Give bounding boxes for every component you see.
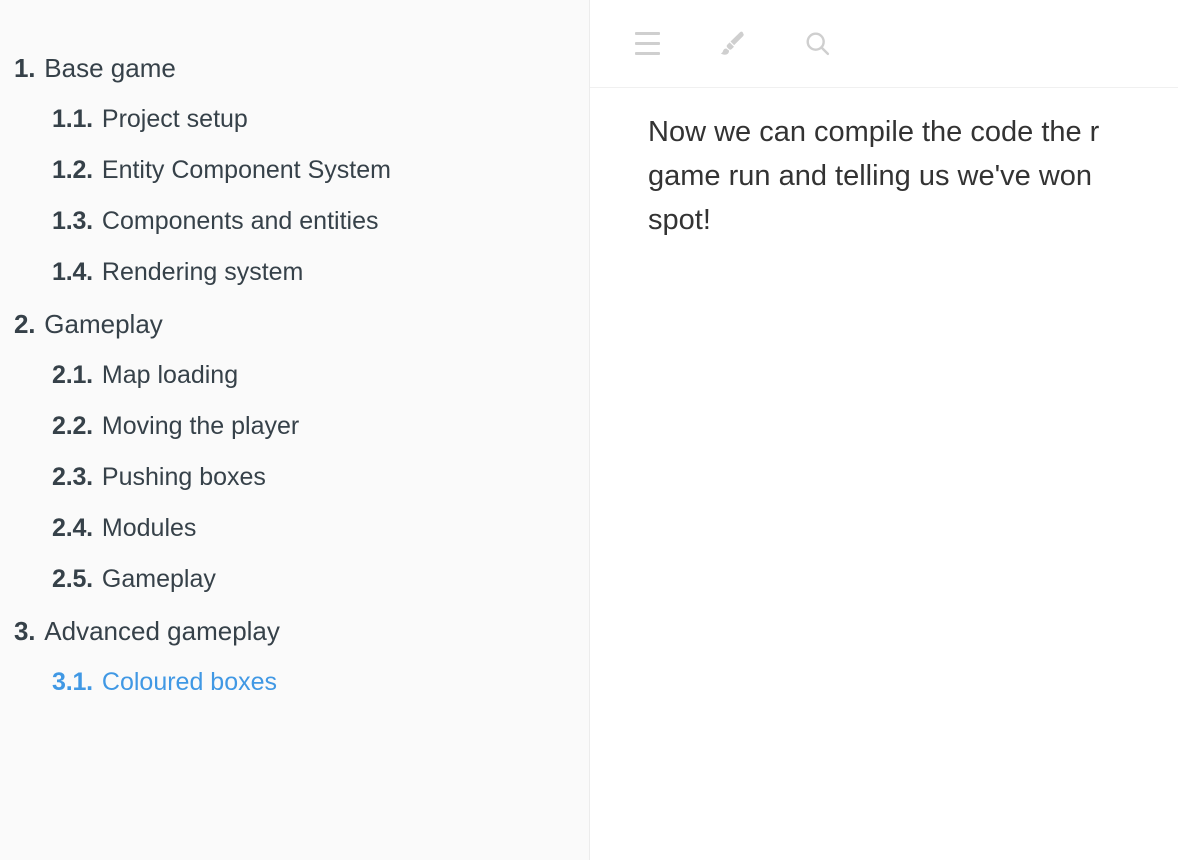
toc-label: Map loading (101, 361, 239, 389)
toc-label: Advanced gameplay (44, 616, 280, 646)
toc-number: 2.3. (52, 463, 93, 491)
sidebar-item-components-and-entities[interactable]: 1.3. Components and entities (0, 196, 589, 247)
toc-number: 1.1. (52, 105, 93, 133)
toc-label: Gameplay (44, 309, 163, 339)
toc-label: Moving the player (101, 412, 300, 440)
toc-label: Rendering system (101, 258, 304, 286)
paintbrush-icon[interactable] (701, 13, 763, 75)
sidebar-item-moving-the-player[interactable]: 2.2. Moving the player (0, 401, 589, 452)
toc-label: Gameplay (101, 565, 216, 593)
sidebar-item-project-setup[interactable]: 1.1. Project setup (0, 94, 589, 145)
sidebar-item-advanced-gameplay[interactable]: 3. Advanced gameplay (0, 605, 589, 657)
toc-number: 2.5. (52, 565, 93, 593)
toc-label: Base game (44, 53, 176, 83)
toc-number: 2. (14, 309, 36, 339)
toc-number: 2.2. (52, 412, 93, 440)
toc-label: Project setup (101, 105, 248, 133)
toc-label: Coloured boxes (101, 668, 278, 696)
paragraph-text: Now we can compile the code the r game ru… (590, 88, 1178, 242)
toc-label: Entity Component System (101, 156, 391, 184)
hamburger-icon (634, 29, 660, 59)
search-glyph (806, 32, 829, 56)
hamburger-bar (634, 52, 660, 55)
sidebar-item-gameplay[interactable]: 2. Gameplay (0, 298, 589, 350)
sidebar-item-rendering-system[interactable]: 1.4. Rendering system (0, 247, 589, 298)
hamburger-bar (634, 42, 660, 45)
toc-number: 2.4. (52, 514, 93, 542)
content-pane: Now we can compile the code the r game ru… (590, 0, 1178, 860)
toc-number: 1.2. (52, 156, 93, 184)
sidebar-item-modules[interactable]: 2.4. Modules (0, 503, 589, 554)
sidebar-item-pushing-boxes[interactable]: 2.3. Pushing boxes (0, 452, 589, 503)
paintbrush-glyph (720, 31, 744, 55)
paragraph-line: game run and telling us we've won (648, 160, 1093, 192)
toc-number: 1.4. (52, 258, 93, 286)
hamburger-bar (634, 32, 660, 35)
search-icon[interactable] (786, 13, 848, 75)
toc-number: 1.3. (52, 207, 93, 235)
toc-number: 3. (14, 616, 36, 646)
toc-label: Modules (101, 514, 197, 542)
toc-number: 2.1. (52, 361, 93, 389)
paragraph-line: Now we can compile the code the r (648, 116, 1100, 148)
toc-number: 3.1. (52, 668, 93, 696)
sidebar-item-coloured-boxes[interactable]: 3.1. Coloured boxes (0, 657, 589, 708)
sidebar-item-map-loading[interactable]: 2.1. Map loading (0, 350, 589, 401)
toc-label: Pushing boxes (101, 463, 266, 491)
paragraph-line: spot! (648, 204, 711, 236)
sidebar-item-gameplay[interactable]: 2.5. Gameplay (0, 554, 589, 605)
toc-number: 1. (14, 53, 36, 83)
sidebar-item-entity-component-system[interactable]: 1.2. Entity Component System (0, 145, 589, 196)
table-of-contents-sidebar[interactable]: 1. Base game 1.1. Project setup 1.2. Entity C… (0, 0, 590, 860)
content-toolbar (590, 0, 1178, 88)
menu-icon[interactable] (616, 13, 678, 75)
book-reader: 1. Base game 1.1. Project setup 1.2. Entity C… (0, 0, 1178, 860)
toc-label: Components and entities (101, 207, 379, 235)
sidebar-item-base-game[interactable]: 1. Base game (0, 42, 589, 94)
